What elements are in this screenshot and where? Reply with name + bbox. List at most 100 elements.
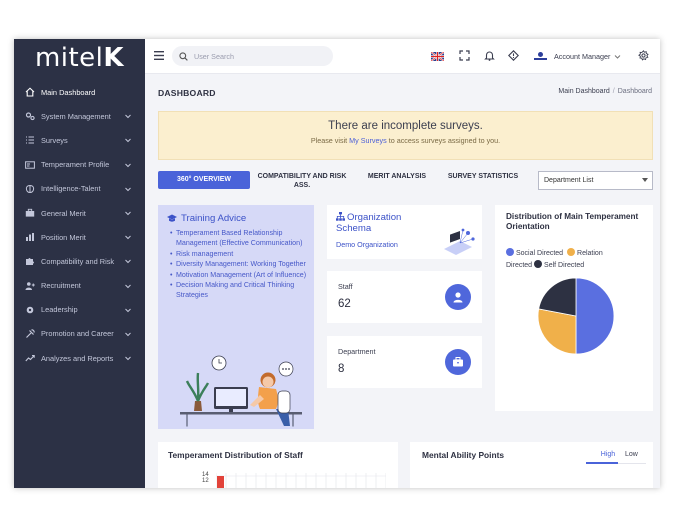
fullscreen-icon[interactable] xyxy=(459,50,470,61)
user-plus-icon xyxy=(24,281,36,291)
sidebar-item-recruitment[interactable]: Recruitment xyxy=(14,274,145,298)
toggle-high[interactable]: High xyxy=(591,451,625,458)
sidebar-item-label: Leadership xyxy=(41,305,78,315)
training-advice-item[interactable]: Motivation Management (Art of Influence) xyxy=(170,270,312,281)
dropdown-caret-icon xyxy=(642,178,648,182)
logo[interactable]: mitel K xyxy=(14,39,145,77)
sidebar-item-compatibility-and-risk[interactable]: Compatibility and Risk xyxy=(14,249,145,273)
breadcrumb: Main Dashboard / Dashboard xyxy=(558,88,652,95)
mental-ability-card: Mental Ability Points High Low xyxy=(410,442,653,488)
account-menu[interactable]: Account Manager xyxy=(533,48,621,64)
sidebar-item-leadership[interactable]: Leadership xyxy=(14,298,145,322)
settings-gear-icon[interactable] xyxy=(638,50,649,61)
home-icon xyxy=(24,87,36,97)
training-advice-item[interactable]: Temperament Based Relationship Managemen… xyxy=(170,228,312,249)
tab-survey-statistics[interactable]: SURVEY STATISTICS xyxy=(440,171,526,181)
chevron-down-icon xyxy=(125,332,131,337)
search-input[interactable] xyxy=(194,51,324,61)
temperament-distribution-grid xyxy=(216,473,386,488)
graduation-cap-icon xyxy=(167,214,177,222)
sidebar-item-analyzes-and-reports[interactable]: Analyzes and Reports xyxy=(14,346,145,370)
sidebar-item-label: Intelligence-Talent xyxy=(41,184,101,194)
staff-stat-card: Staff 62 xyxy=(327,271,482,323)
list-icon xyxy=(24,135,36,145)
training-advice-item[interactable]: Risk management xyxy=(170,249,312,260)
search-icon xyxy=(179,51,188,61)
user-icon xyxy=(453,292,463,303)
chart-bars-icon xyxy=(24,232,36,242)
department-select-value: Department List xyxy=(544,177,594,184)
staff-label: Staff xyxy=(338,282,353,291)
training-advice-item[interactable]: Diversity Management: Working Together xyxy=(170,259,312,270)
legend-dot-self xyxy=(534,259,543,268)
chevron-down-icon xyxy=(125,114,131,119)
sidebar-item-label: Analyzes and Reports xyxy=(41,353,114,363)
legend-relation-cont[interactable]: Directed xyxy=(506,262,532,269)
search-box[interactable] xyxy=(172,46,333,66)
training-advice-card: Training Advice Temperament Based Relati… xyxy=(158,205,314,429)
department-select[interactable]: Department List xyxy=(538,171,653,190)
sidebar-item-label: Compatibility and Risk xyxy=(41,256,115,266)
chevron-down-icon xyxy=(614,54,621,59)
page-title: DASHBOARD xyxy=(158,88,216,98)
department-count: 8 xyxy=(338,363,345,375)
sidebar: mitel K Main Dashboard System Management Su… xyxy=(14,39,145,488)
sidebar-item-temperament-profile[interactable]: Temperament Profile xyxy=(14,153,145,177)
sidebar-item-label: Main Dashboard xyxy=(41,87,96,97)
dashboard-tabs: 360° OVERVIEW COMPATIBILITY AND RISK ASS… xyxy=(158,171,526,191)
brain-icon xyxy=(24,184,36,194)
mental-ability-title: Mental Ability Points xyxy=(422,450,505,460)
org-schema-title: Organization Schema xyxy=(336,212,402,234)
diamond-alert-icon[interactable] xyxy=(508,50,519,61)
sidebar-item-label: Promotion and Career xyxy=(41,329,114,339)
tab-merit-analysis[interactable]: MERIT ANALYSIS xyxy=(354,171,440,181)
person-at-computer-illustration xyxy=(180,355,302,427)
pie-slice-relation-directed[interactable] xyxy=(537,308,577,355)
account-label: Account Manager xyxy=(554,51,611,61)
sidebar-item-promotion-and-career[interactable]: Promotion and Career xyxy=(14,322,145,346)
tab-360-overview[interactable]: 360° OVERVIEW xyxy=(158,171,250,189)
sidebar-item-intelligence-talent[interactable]: Intelligence-Talent xyxy=(14,177,145,201)
temperament-distribution-card: Temperament Distribution of Staff 14 12 xyxy=(158,442,398,488)
tab-compatibility-risk[interactable]: COMPATIBILITY AND RISK ASS. xyxy=(250,171,354,190)
legend-self[interactable]: Self Directed xyxy=(544,262,584,269)
breadcrumb-main-dashboard[interactable]: Main Dashboard xyxy=(558,88,609,95)
pie-slice-self-directed[interactable] xyxy=(538,277,577,317)
uk-flag-icon[interactable] xyxy=(431,52,444,61)
organization-schema-card[interactable]: Organization Schema Demo Organization xyxy=(327,205,482,259)
breadcrumb-current: Dashboard xyxy=(617,88,652,95)
sidebar-item-surveys[interactable]: Surveys xyxy=(14,128,145,152)
hamburger-menu-icon[interactable] xyxy=(154,51,164,60)
pie-slice-social-directed[interactable] xyxy=(575,277,615,355)
legend-social[interactable]: Social Directed xyxy=(516,250,563,257)
gears-icon xyxy=(24,111,36,121)
bell-icon[interactable] xyxy=(484,50,495,61)
app-window: mitel K Main Dashboard System Management Su… xyxy=(14,39,660,488)
department-icon-badge xyxy=(445,349,471,375)
toggle-low[interactable]: Low xyxy=(625,451,638,458)
sidebar-item-system-management[interactable]: System Management xyxy=(14,104,145,128)
legend-relation[interactable]: Relation xyxy=(577,250,603,257)
incomplete-surveys-alert: There are incomplete surveys. Please vis… xyxy=(158,111,653,160)
my-surveys-link[interactable]: My Surveys xyxy=(349,136,387,145)
pie-chart-title: Distribution of Main Temperament Orienta… xyxy=(506,212,639,231)
sidebar-item-general-merit[interactable]: General Merit xyxy=(14,201,145,225)
briefcase-icon xyxy=(453,357,463,367)
sidebar-item-label: Position Merit xyxy=(41,232,86,242)
sidebar-item-main-dashboard[interactable]: Main Dashboard xyxy=(14,80,145,104)
sidebar-item-position-merit[interactable]: Position Merit xyxy=(14,225,145,249)
chevron-down-icon xyxy=(125,211,131,216)
training-advice-item[interactable]: Decision Making and Critical Thinking St… xyxy=(170,280,312,301)
briefcase-icon xyxy=(24,208,36,218)
id-card-icon xyxy=(24,160,36,170)
sidebar-item-label: System Management xyxy=(41,111,111,121)
distribution-bar[interactable] xyxy=(217,476,224,488)
sidebar-item-label: Temperament Profile xyxy=(41,160,110,170)
sidebar-item-label: Recruitment xyxy=(41,281,81,291)
chevron-down-icon xyxy=(125,356,131,361)
chevron-down-icon xyxy=(125,235,131,240)
logo-k: K xyxy=(103,43,125,73)
temperament-pie-chart xyxy=(537,277,615,355)
department-label: Department xyxy=(338,347,376,356)
chevron-down-icon xyxy=(125,187,131,191)
